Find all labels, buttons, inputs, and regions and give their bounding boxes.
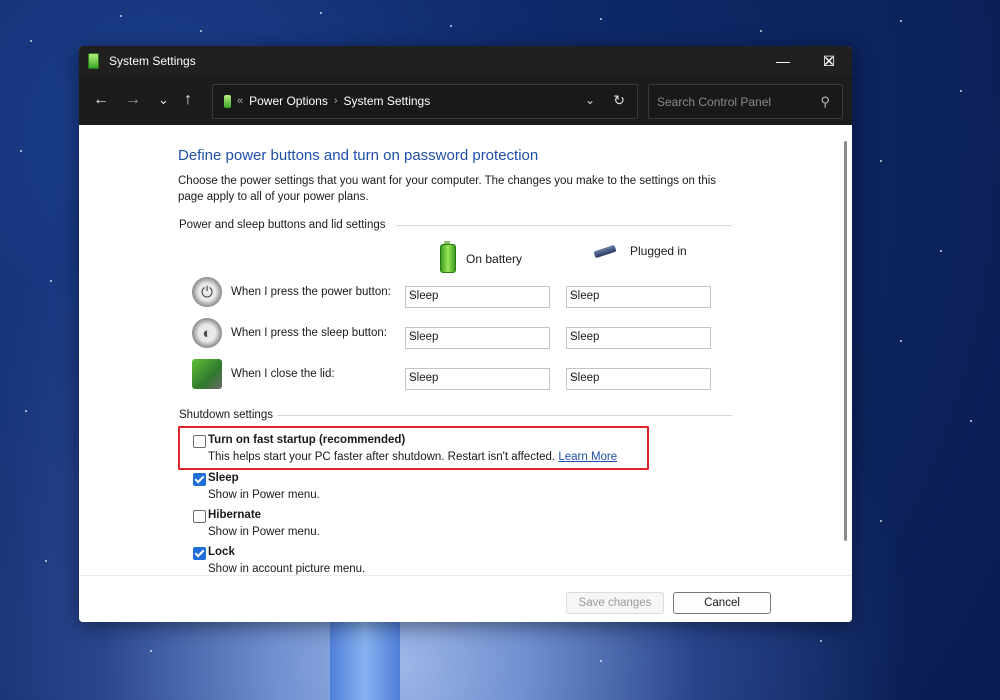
fast-startup-description: This helps start your PC faster after sh…	[208, 451, 618, 463]
plugged-in-column: Plugged in	[590, 244, 687, 258]
power-button-label: When I press the power button:	[231, 286, 391, 298]
breadcrumb-system-settings[interactable]: System Settings	[344, 94, 431, 108]
lock-option-description: Show in account picture menu.	[208, 563, 366, 575]
main-content: Define power buttons and turn on passwor…	[79, 125, 852, 575]
hibernate-option-label[interactable]: Hibernate	[208, 509, 261, 521]
shutdown-section-label: Shutdown settings	[179, 409, 273, 421]
sleep-option-description: Show in Power menu.	[208, 489, 320, 501]
close-button[interactable]: ✕	[806, 46, 852, 76]
sleep-button-label: When I press the sleep button:	[231, 327, 387, 339]
chevron-down-icon: ⌵	[409, 371, 417, 382]
back-arrow-icon[interactable]: ←	[93, 91, 109, 109]
laptop-lid-icon	[192, 359, 222, 389]
chevron-down-icon: ⌵	[570, 330, 578, 341]
power-icon: ⏻	[192, 277, 222, 307]
fast-startup-label[interactable]: Turn on fast startup (recommended)	[208, 434, 405, 446]
power-button-plugged-select[interactable]: Sleep ⌵	[566, 286, 711, 308]
section-divider	[396, 225, 732, 226]
sleep-option-label[interactable]: Sleep	[208, 472, 239, 484]
power-button-row: ⏻ When I press the power button:	[192, 277, 391, 307]
cancel-button[interactable]: Cancel	[673, 592, 771, 614]
refresh-icon[interactable]: ↻	[613, 92, 625, 109]
lid-plugged-select[interactable]: Sleep ⌵	[566, 368, 711, 390]
navigation-bar: ← → ⌄ ↑ « Power Options › System Setting…	[79, 76, 852, 125]
search-box[interactable]: Search Control Panel ⚲	[648, 84, 843, 119]
lid-row: When I close the lid:	[192, 359, 335, 389]
breadcrumb-overflow-icon[interactable]: «	[237, 95, 243, 107]
on-battery-label: On battery	[466, 251, 523, 266]
sleep-checkbox[interactable]	[193, 473, 206, 486]
battery-app-icon	[88, 53, 99, 69]
system-settings-window: System Settings — ☐ ✕ ← → ⌄ ↑ « Power Op…	[79, 46, 852, 622]
fast-startup-highlight	[178, 426, 649, 470]
fast-startup-checkbox[interactable]	[193, 435, 206, 448]
search-icon[interactable]: ⚲	[820, 94, 830, 110]
vertical-scrollbar[interactable]	[844, 141, 847, 541]
hibernate-option-description: Show in Power menu.	[208, 526, 320, 538]
search-placeholder[interactable]: Search Control Panel	[657, 95, 771, 109]
sleep-button-battery-select[interactable]: Sleep ⌵	[405, 327, 550, 349]
power-plug-icon	[590, 245, 620, 257]
sleep-button-plugged-select[interactable]: Sleep ⌵	[566, 327, 711, 349]
chevron-down-icon: ⌵	[409, 289, 417, 300]
sleep-icon: ◐	[192, 318, 222, 348]
forward-arrow-icon[interactable]: →	[125, 91, 141, 109]
breadcrumb-power-options[interactable]: Power Options	[249, 94, 328, 108]
page-title: Define power buttons and turn on passwor…	[178, 147, 539, 164]
buttons-section-label: Power and sleep buttons and lid settings	[179, 219, 386, 231]
up-arrow-icon[interactable]: ↑	[184, 91, 192, 109]
address-bar[interactable]: « Power Options › System Settings ⌄ ↻	[212, 84, 638, 119]
footer: Save changes Cancel	[79, 575, 852, 622]
window-title: System Settings	[109, 54, 196, 68]
learn-more-link[interactable]: Learn More	[558, 451, 617, 463]
lock-checkbox[interactable]	[193, 547, 206, 560]
lock-option-label[interactable]: Lock	[208, 546, 235, 558]
hibernate-checkbox[interactable]	[193, 510, 206, 523]
title-bar[interactable]: System Settings — ☐ ✕	[79, 46, 852, 76]
sleep-button-row: ◐ When I press the sleep button:	[192, 318, 387, 348]
chevron-down-icon: ⌵	[409, 330, 417, 341]
power-button-battery-select[interactable]: Sleep ⌵	[405, 286, 550, 308]
battery-icon	[224, 94, 231, 108]
address-dropdown-icon[interactable]: ⌄	[585, 93, 595, 107]
section-divider	[277, 415, 732, 416]
plugged-in-label: Plugged in	[630, 244, 687, 258]
chevron-down-icon: ⌵	[570, 289, 578, 300]
lid-label: When I close the lid:	[231, 368, 335, 380]
page-description: Choose the power settings that you want …	[178, 175, 717, 203]
breadcrumb-separator-icon: ›	[333, 95, 338, 107]
save-changes-button[interactable]: Save changes	[566, 592, 664, 614]
minimize-button[interactable]: —	[760, 46, 806, 76]
recent-locations-chevron-icon[interactable]: ⌄	[158, 91, 169, 109]
lid-battery-select[interactable]: Sleep ⌵	[405, 368, 550, 390]
battery-icon	[440, 241, 456, 273]
chevron-down-icon: ⌵	[570, 371, 578, 382]
on-battery-column: On battery	[440, 241, 523, 273]
